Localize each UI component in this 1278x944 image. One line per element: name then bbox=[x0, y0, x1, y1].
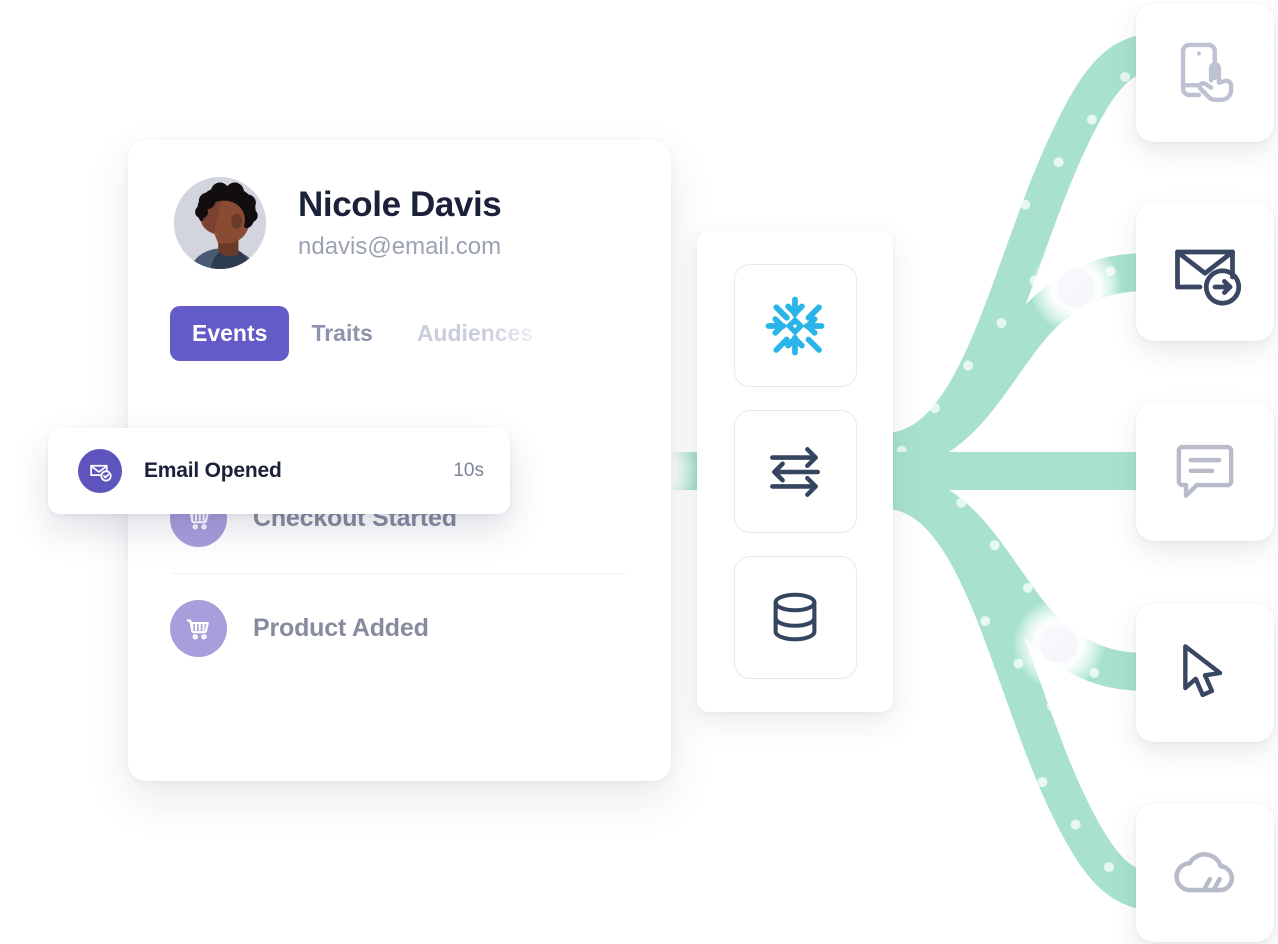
snowflake-icon bbox=[765, 296, 825, 355]
tab-traits[interactable]: Traits bbox=[289, 306, 394, 361]
pipe-branch-cloud bbox=[883, 471, 1161, 911]
toast-duration: 10s bbox=[453, 460, 484, 481]
cloud-icon bbox=[1174, 852, 1235, 893]
toast-label: Email Opened bbox=[144, 459, 282, 482]
mobile-tap-icon bbox=[1180, 42, 1234, 103]
flow-dot-email-branch bbox=[1057, 269, 1095, 307]
shopping-cart-icon bbox=[170, 599, 227, 657]
profile-tabs: Events Traits Audiences bbox=[128, 269, 671, 361]
event-row-product-added[interactable]: Product Added bbox=[170, 573, 629, 683]
profile-header: Nicole Davis ndavis@email.com bbox=[128, 140, 671, 269]
cursor-arrow-icon bbox=[1183, 644, 1223, 698]
avatar bbox=[174, 177, 266, 269]
hub-tile-database[interactable] bbox=[733, 556, 857, 679]
profile-email: ndavis@email.com bbox=[298, 233, 502, 261]
destination-card-chat[interactable] bbox=[1136, 403, 1274, 541]
database-icon bbox=[773, 592, 817, 641]
event-label: Product Added bbox=[253, 613, 429, 642]
tab-events[interactable]: Events bbox=[170, 306, 290, 361]
flow-dot-click-branch bbox=[1040, 625, 1078, 663]
tab-audiences[interactable]: Audiences bbox=[395, 306, 555, 361]
integrations-hub-panel bbox=[697, 231, 893, 712]
destination-card-email[interactable] bbox=[1136, 203, 1274, 341]
destination-card-mobile[interactable] bbox=[1136, 4, 1274, 142]
destination-card-cloud[interactable] bbox=[1136, 804, 1274, 942]
data-transfer-icon bbox=[770, 446, 820, 497]
destination-card-click[interactable] bbox=[1136, 604, 1274, 742]
pipe-branch-chat bbox=[885, 452, 1163, 490]
flow-diagram-canvas: Nicole Davis ndavis@email.com Events Tra… bbox=[0, 0, 1278, 944]
email-opened-icon bbox=[78, 449, 122, 493]
email-send-icon bbox=[1175, 249, 1242, 306]
chat-bubble-icon bbox=[1176, 444, 1234, 498]
avatar-illustration-icon bbox=[174, 177, 266, 269]
profile-identity: Nicole Davis ndavis@email.com bbox=[298, 184, 502, 261]
hub-tile-snowflake[interactable] bbox=[733, 264, 857, 387]
email-opened-toast[interactable]: Email Opened 10s bbox=[48, 428, 510, 514]
profile-name: Nicole Davis bbox=[298, 184, 502, 224]
pipe-branch-mobile bbox=[883, 33, 1161, 471]
hub-tile-data-transfer[interactable] bbox=[733, 410, 857, 533]
